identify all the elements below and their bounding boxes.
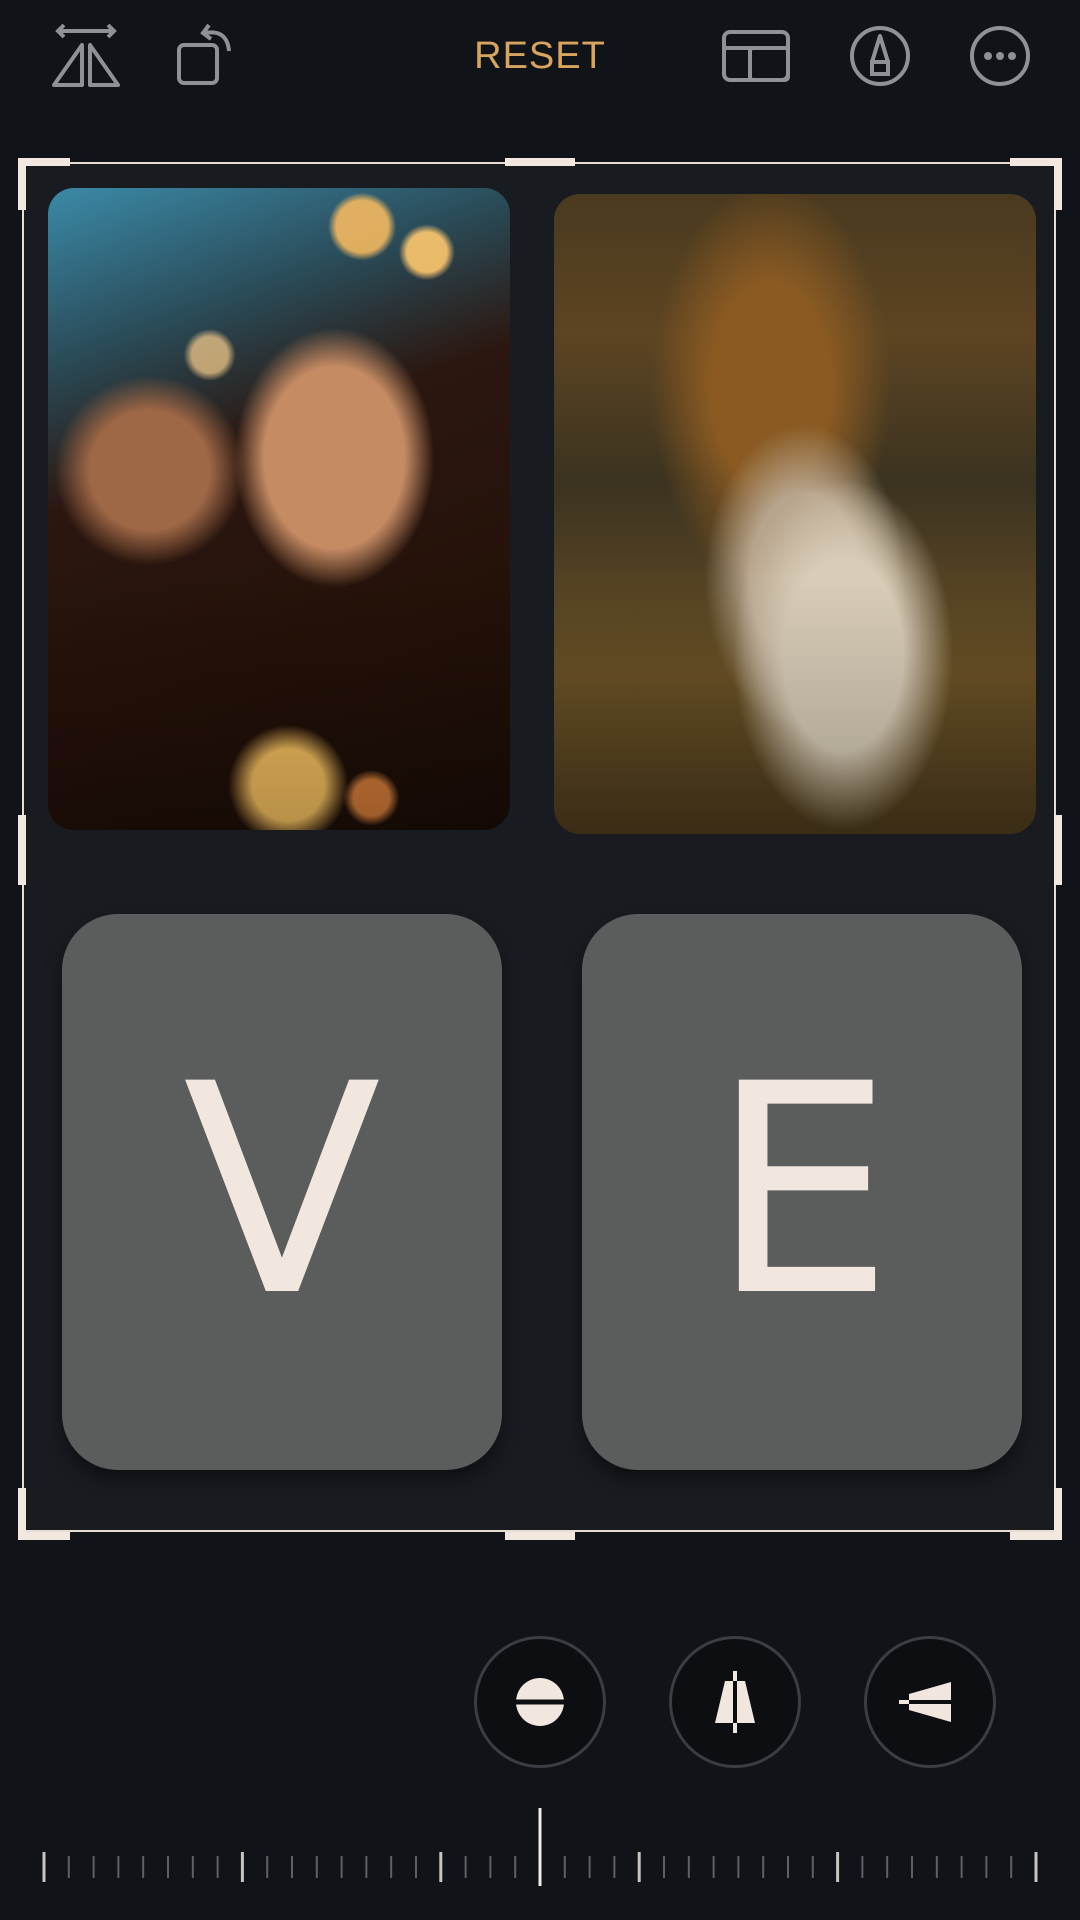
top-toolbar: RESET [0, 0, 1080, 120]
aspect-ratio-button[interactable] [716, 16, 796, 96]
rotate-button[interactable] [166, 16, 246, 96]
couple-kissing-photo [554, 194, 1036, 834]
crop-handle-top-right[interactable] [1010, 158, 1062, 210]
markup-button[interactable] [840, 16, 920, 96]
more-icon [970, 26, 1030, 86]
flip-button[interactable] [46, 16, 126, 96]
vertical-perspective-icon [715, 1671, 755, 1733]
crop-handle-bottom[interactable] [505, 1532, 575, 1540]
straighten-button[interactable] [474, 1636, 606, 1768]
crop-handle-top[interactable] [505, 158, 575, 166]
letter-tile-v: V [62, 914, 502, 1470]
couple-dinner-photo [48, 188, 510, 830]
crop-handle-bottom-left[interactable] [18, 1488, 70, 1540]
rotate-icon [177, 23, 231, 85]
horizontal-perspective-button[interactable] [864, 1636, 996, 1768]
crop-handle-left[interactable] [18, 815, 26, 885]
crop-handle-bottom-right[interactable] [1010, 1488, 1062, 1540]
vertical-perspective-button[interactable] [669, 1636, 801, 1768]
tile-letter: V [182, 1023, 382, 1360]
tile-letter: E [710, 1023, 894, 1360]
horizontal-perspective-icon [899, 1682, 961, 1722]
more-button[interactable] [960, 16, 1040, 96]
markup-icon [850, 26, 910, 86]
crop-editor-screen: RESET V E [0, 0, 1080, 1920]
crop-handle-top-left[interactable] [18, 158, 70, 210]
straighten-icon [509, 1678, 571, 1726]
rotation-ruler[interactable] [0, 1800, 1080, 1890]
aspect-ratio-icon [722, 30, 790, 82]
flip-icon [52, 23, 120, 87]
letter-tile-e: E [582, 914, 1022, 1470]
crop-handle-right[interactable] [1054, 815, 1062, 885]
reset-button[interactable]: RESET [440, 30, 640, 82]
